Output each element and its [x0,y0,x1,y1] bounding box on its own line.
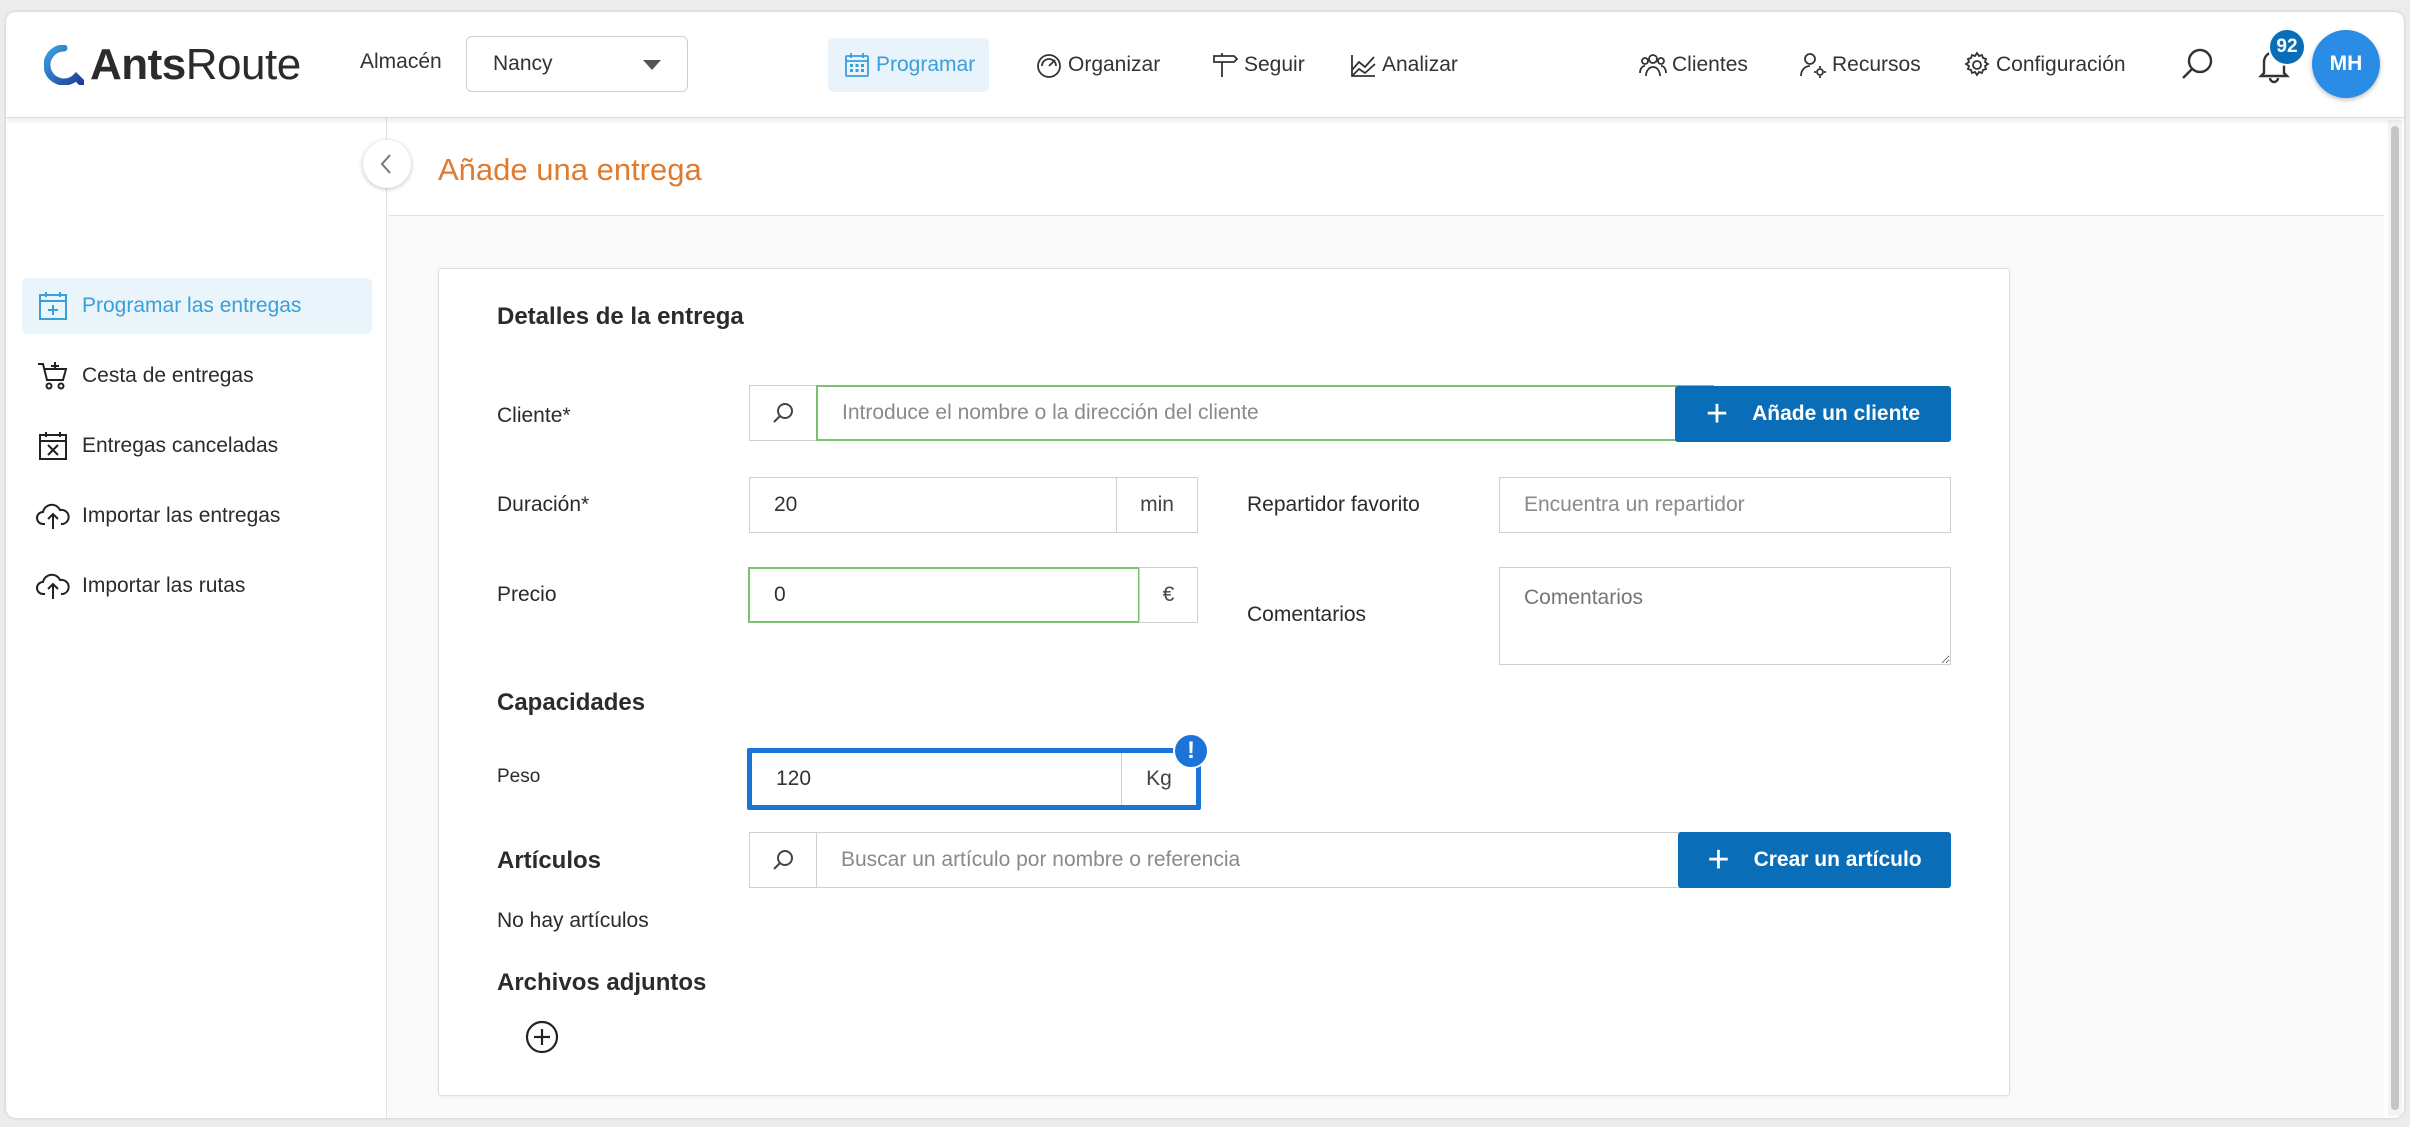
article-search-button[interactable] [749,832,817,888]
duration-label: Duración* [497,493,590,516]
section-title-articles: Artículos [497,847,602,874]
client-search-input[interactable]: Introduce el nombre o la dirección del c… [816,385,1714,441]
collapse-sidebar-button[interactable] [363,140,411,188]
duration-input[interactable]: 20 [749,477,1117,533]
nav-organizar[interactable]: Organizar [1020,38,1174,92]
calendar-plus-icon [39,292,67,320]
comments-textarea[interactable] [1499,567,1951,665]
add-attachment-icon[interactable] [524,1019,560,1055]
favorite-driver-label: Repartidor favorito [1247,493,1420,516]
nav-label: Organizar [1068,53,1161,76]
weight-label: Peso [497,766,541,787]
client-label: Cliente* [497,404,571,427]
top-header: AntsRoute Almacén Nancy Programar Organi… [6,12,2404,118]
logo-light: Route [185,40,301,89]
nav-recursos[interactable]: Recursos [1784,38,1935,92]
nav-analizar[interactable]: Analizar [1334,38,1472,92]
nav-label: Seguir [1244,53,1305,76]
no-articles-text: No hay artículos [497,909,649,932]
warehouse-label: Almacén [360,50,442,73]
add-client-button[interactable]: + Añade un cliente [1675,386,1951,442]
section-title-details: Detalles de la entrega [497,303,744,330]
duration-unit: min [1116,477,1198,533]
cart-icon [38,362,68,390]
section-title-attachments: Archivos adjuntos [497,969,707,996]
sidebar-item-label: Cesta de entregas [82,364,254,387]
plus-icon: + [1705,393,1729,435]
people-icon [1639,54,1667,77]
sidebar-item-importar-entregas[interactable]: Importar las entregas [22,488,372,544]
client-search-button[interactable] [749,385,817,441]
calendar-icon [845,53,869,77]
alert-icon: ! [1173,733,1209,769]
create-article-button[interactable]: + Crear un artículo [1678,832,1951,888]
antsroute-logo[interactable]: AntsRoute [44,40,301,90]
sidebar-item-label: Entregas canceladas [82,434,279,457]
user-avatar[interactable]: MH [2312,30,2380,98]
comments-label: Comentarios [1247,603,1367,626]
page-title: Añade una entrega [438,152,702,187]
nav-label: Clientes [1672,53,1748,76]
nav-label: Programar [876,53,976,76]
warehouse-select[interactable]: Nancy [466,36,688,92]
sidebar-item-importar-rutas[interactable]: Importar las rutas [22,558,372,614]
nav-label: Analizar [1382,53,1458,76]
search-icon[interactable] [2178,44,2218,84]
sidebar-item-programar[interactable]: Programar las entregas [22,278,372,334]
nav-label: Configuración [1996,53,2126,76]
price-input[interactable]: 0 [748,567,1140,623]
chevron-left-icon [380,154,391,174]
search-icon [773,850,793,870]
user-gear-icon [1800,53,1826,78]
nav-programar[interactable]: Programar [828,38,990,92]
sidebar-item-cesta[interactable]: Cesta de entregas [22,348,372,404]
delivery-form-card: Detalles de la entrega Cliente* Introduc… [438,268,2010,1096]
sidebar-item-label: Importar las entregas [82,504,281,527]
scrollbar[interactable] [2388,120,2402,1116]
price-unit: € [1139,567,1198,623]
chevron-down-icon [643,60,661,70]
gear-icon [1964,51,1990,77]
chart-icon [1351,55,1376,77]
page-header: Añade una entrega [388,118,2384,216]
nav-seguir[interactable]: Seguir [1196,38,1319,92]
notification-badge: 92 [2268,28,2306,66]
create-article-label: Crear un artículo [1753,848,1922,871]
weight-input[interactable]: 120 [752,753,1120,805]
scrollbar-thumb[interactable] [2391,126,2399,1110]
speedometer-icon [1037,54,1061,78]
logo-bold: Ants [90,40,186,89]
cloud-upload-icon [36,573,70,599]
warehouse-value: Nancy [493,52,553,75]
sidebar-item-canceladas[interactable]: Entregas canceladas [22,418,372,474]
calendar-x-icon [39,432,67,460]
price-label: Precio [497,583,557,606]
app-window: AntsRoute Almacén Nancy Programar Organi… [6,12,2404,1118]
favorite-driver-input[interactable]: Encuentra un repartidor [1499,477,1951,533]
sidebar-item-label: Importar las rutas [82,574,246,597]
section-title-capacities: Capacidades [497,689,646,716]
nav-label: Recursos [1832,53,1921,76]
nav-configuracion[interactable]: Configuración [1948,38,2140,92]
signpost-icon [1213,53,1239,77]
plus-icon: + [1707,839,1730,881]
cloud-upload-icon [36,503,70,529]
sidebar-item-label: Programar las entregas [82,294,302,317]
sidebar: Programar las entregas Cesta de entregas… [6,118,387,1118]
add-client-label: Añade un cliente [1752,402,1921,425]
search-icon [773,403,793,423]
article-search-input[interactable]: Buscar un artículo por nombre o referenc… [816,832,1718,888]
logo-icon [44,45,84,85]
nav-clientes[interactable]: Clientes [1624,38,1762,92]
